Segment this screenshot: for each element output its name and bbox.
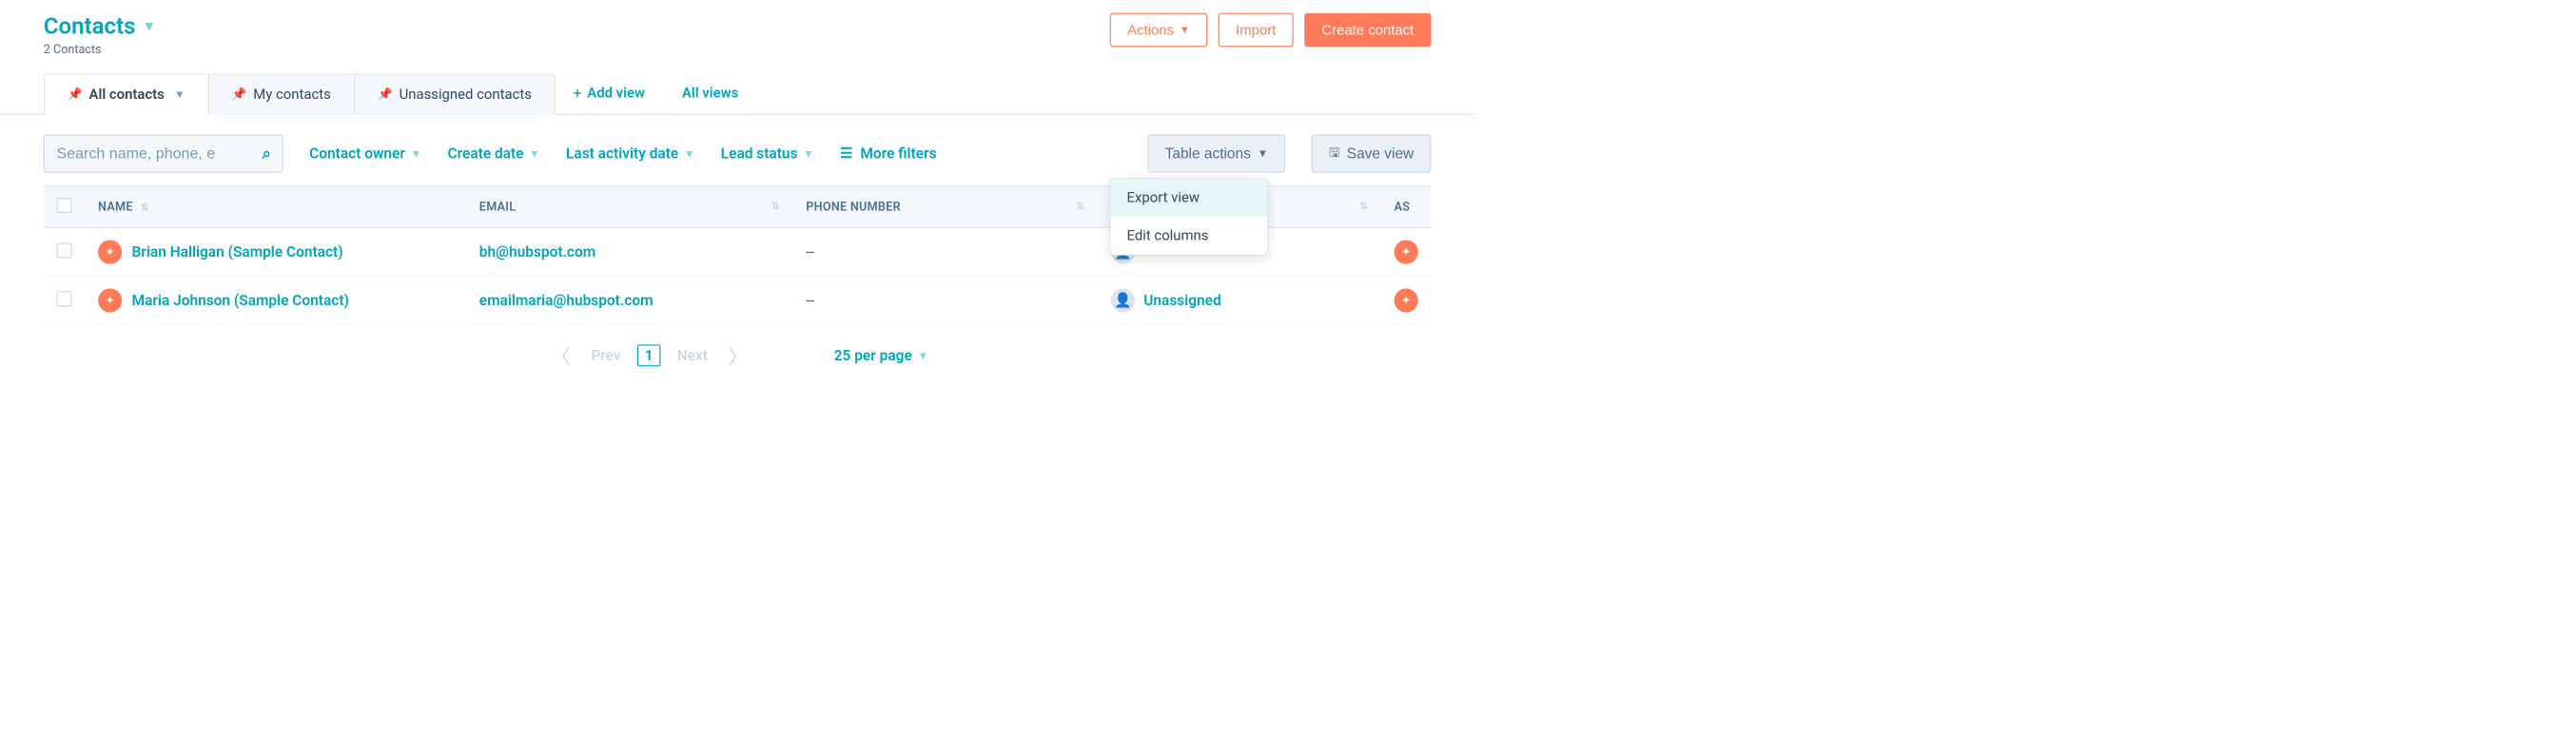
search-box[interactable]: ⌕ — [44, 134, 283, 172]
caret-down-icon: ▼ — [529, 146, 539, 160]
table-actions-dropdown: Export view Edit columns — [1110, 178, 1268, 255]
tab-unassigned-contacts[interactable]: 📌 Unassigned contacts — [354, 73, 556, 115]
row-checkbox[interactable] — [57, 291, 72, 306]
table-actions-label: Table actions — [1165, 145, 1251, 163]
contact-email-link[interactable]: emailmaria@hubspot.com — [479, 292, 654, 309]
plus-icon: + — [573, 84, 581, 102]
owner-avatar-icon: 👤 — [1111, 288, 1135, 312]
create-contact-label: Create contact — [1321, 22, 1414, 39]
column-label: PHONE NUMBER — [806, 200, 901, 213]
add-view-label: Add view — [587, 85, 645, 101]
contact-avatar-icon: ✦ — [98, 288, 122, 312]
import-label: Import — [1236, 22, 1276, 39]
filter-label: Contact owner — [309, 145, 405, 162]
dropdown-item-label: Edit columns — [1127, 227, 1209, 243]
save-icon: 🖫 — [1329, 143, 1340, 165]
column-label: EMAIL — [479, 200, 517, 213]
column-label: AS — [1395, 200, 1411, 213]
edit-columns-item[interactable]: Edit columns — [1110, 217, 1267, 255]
column-name[interactable]: NAME ⇅ — [85, 186, 466, 228]
filter-lead-status[interactable]: Lead status ▼ — [721, 145, 814, 162]
actions-button[interactable]: Actions ▼ — [1110, 13, 1208, 47]
prev-label[interactable]: Prev — [591, 347, 620, 364]
pin-icon: 📌 — [68, 87, 83, 101]
sort-icon: ⇅ — [141, 202, 149, 213]
filter-contact-owner[interactable]: Contact owner ▼ — [309, 145, 421, 162]
next-page-icon[interactable]: 〉 — [724, 341, 752, 370]
caret-down-icon: ▼ — [917, 349, 927, 362]
tab-label: Unassigned contacts — [400, 87, 532, 103]
all-views-label: All views — [682, 85, 738, 101]
associated-avatar-icon: ✦ — [1395, 240, 1418, 263]
page-number[interactable]: 1 — [637, 344, 661, 366]
next-label[interactable]: Next — [677, 347, 708, 364]
prev-page-icon[interactable]: 〈 — [547, 341, 576, 370]
more-filters-label: More filters — [860, 145, 936, 162]
dropdown-item-label: Export view — [1127, 189, 1200, 205]
search-icon[interactable]: ⌕ — [262, 144, 271, 163]
save-view-button[interactable]: 🖫 Save view — [1312, 134, 1432, 172]
select-all-checkbox[interactable] — [57, 198, 72, 213]
caret-down-icon: ▼ — [411, 146, 421, 160]
table-row: ✦ Maria Johnson (Sample Contact) emailma… — [44, 277, 1432, 325]
create-contact-button[interactable]: Create contact — [1304, 13, 1431, 47]
caret-down-icon: ▼ — [142, 18, 156, 35]
filter-create-date[interactable]: Create date ▼ — [447, 145, 539, 162]
tab-all-contacts[interactable]: 📌 All contacts ▼ — [44, 73, 209, 115]
contact-phone: -- — [806, 243, 814, 261]
add-view-button[interactable]: + Add view — [555, 72, 663, 114]
filter-label: Last activity date — [566, 145, 678, 162]
save-view-label: Save view — [1347, 145, 1414, 163]
caret-down-icon: ▼ — [174, 87, 185, 101]
page-title: Contacts — [44, 13, 136, 40]
caret-down-icon: ▼ — [803, 146, 813, 160]
sort-icon: ⇅ — [1359, 200, 1368, 211]
sliders-icon: ☰ — [840, 145, 852, 162]
table-actions-button[interactable]: Table actions ▼ — [1147, 134, 1285, 172]
more-filters-button[interactable]: ☰ More filters — [840, 145, 936, 162]
record-count: 2 Contacts — [44, 43, 156, 56]
pin-icon: 📌 — [378, 87, 393, 101]
contact-name-link[interactable]: Brian Halligan (Sample Contact) — [132, 243, 343, 261]
column-associated[interactable]: AS — [1381, 186, 1432, 228]
contact-phone: -- — [806, 292, 814, 309]
caret-down-icon: ▼ — [1258, 147, 1268, 160]
column-phone[interactable]: PHONE NUMBER ⇅ — [793, 186, 1099, 228]
filter-last-activity[interactable]: Last activity date ▼ — [566, 145, 694, 162]
contact-email-link[interactable]: bh@hubspot.com — [479, 243, 595, 261]
import-button[interactable]: Import — [1219, 13, 1294, 47]
contact-name-link[interactable]: Maria Johnson (Sample Contact) — [132, 292, 349, 309]
associated-avatar-icon: ✦ — [1395, 288, 1418, 312]
search-input[interactable] — [57, 145, 254, 162]
pin-icon: 📌 — [232, 87, 247, 101]
actions-label: Actions — [1127, 22, 1174, 39]
sort-icon: ⇅ — [771, 200, 780, 211]
all-views-link[interactable]: All views — [663, 72, 756, 112]
per-page-dropdown[interactable]: 25 per page ▼ — [834, 347, 928, 364]
contact-owner[interactable]: Unassigned — [1143, 292, 1220, 309]
column-label: NAME — [98, 200, 133, 213]
tab-my-contacts[interactable]: 📌 My contacts — [208, 73, 355, 115]
export-view-item[interactable]: Export view — [1110, 179, 1267, 217]
sort-icon: ⇅ — [1076, 200, 1084, 211]
page-title-dropdown[interactable]: Contacts ▼ — [44, 13, 156, 40]
tab-label: All contacts — [89, 87, 165, 103]
per-page-label: 25 per page — [834, 347, 912, 364]
row-checkbox[interactable] — [57, 242, 72, 258]
caret-down-icon: ▼ — [684, 146, 694, 160]
filter-label: Lead status — [721, 145, 798, 162]
column-email[interactable]: EMAIL ⇅ — [466, 186, 793, 228]
caret-down-icon: ▼ — [1180, 24, 1190, 36]
tab-label: My contacts — [253, 87, 331, 103]
filter-label: Create date — [447, 145, 523, 162]
contact-avatar-icon: ✦ — [98, 240, 122, 263]
